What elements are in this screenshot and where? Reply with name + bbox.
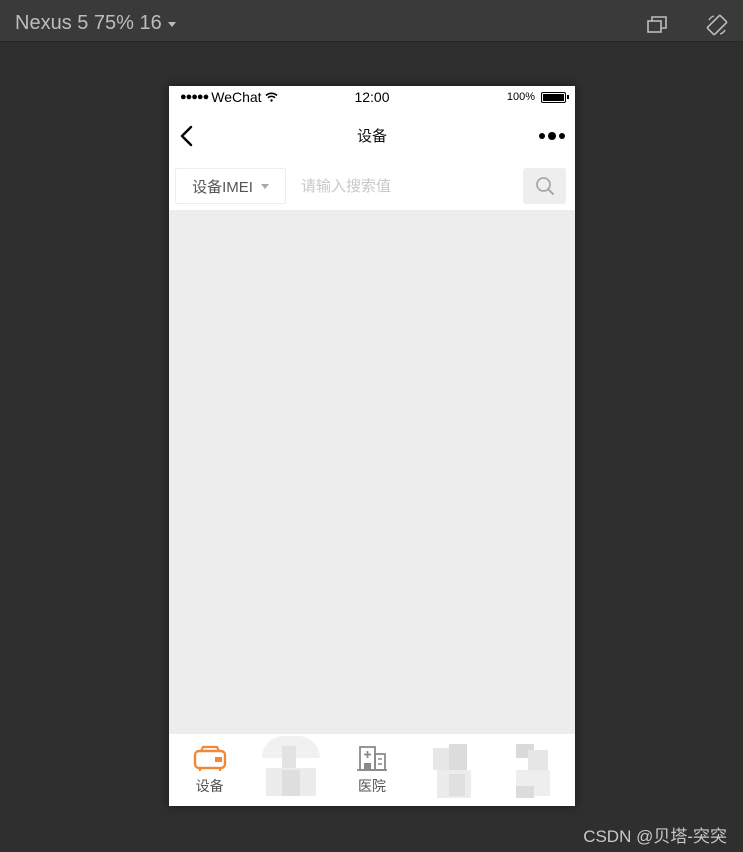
chevron-down-icon (167, 21, 176, 27)
hospital-icon (357, 746, 387, 771)
page-title: 设备 (356, 128, 387, 145)
window-icon[interactable] (646, 14, 668, 36)
more-options-icon[interactable] (539, 132, 565, 140)
search-field-value: 设备IMEI (192, 178, 253, 196)
obscured-icon (258, 736, 324, 798)
search-input[interactable] (295, 168, 521, 204)
tab-hospital[interactable]: 医院 (331, 734, 412, 806)
navigation-bar: 设备 (169, 108, 575, 160)
tab-label-hospital: 医院 (358, 778, 386, 794)
tab-obscured-4[interactable] (413, 734, 494, 806)
obscured-icon (512, 740, 556, 798)
search-bar: 设备IMEI (169, 160, 575, 210)
chevron-down-icon (260, 183, 269, 189)
battery-icon (541, 91, 569, 103)
device-selector[interactable]: Nexus 5 75% 16 (15, 12, 176, 34)
tab-label-device: 设备 (195, 778, 224, 794)
device-list-area (169, 210, 575, 734)
status-right: 100% (506, 91, 569, 103)
battery-percent: 100% (506, 91, 535, 103)
search-button[interactable] (523, 168, 566, 204)
phone-viewport: ●●●●● WeChat 12:00 100% 设备 设备IMEI 请输入搜索值… (169, 86, 575, 806)
tab-obscured-2[interactable] (250, 734, 331, 806)
tab-device[interactable]: 设备 (169, 734, 250, 806)
tab-obscured-5[interactable] (494, 734, 575, 806)
status-bar: ●●●●● WeChat 12:00 100% (169, 86, 575, 108)
watermark: CSDN @贝塔-突突 (583, 827, 727, 846)
rotate-icon[interactable] (706, 14, 728, 36)
device-icon (193, 745, 226, 771)
search-icon (535, 177, 554, 195)
bottom-tab-bar: 设备 医院 (169, 734, 575, 806)
search-field-selector[interactable]: 设备IMEI (175, 168, 286, 204)
obscured-icon (431, 740, 475, 798)
devtools-toolbar: Nexus 5 75% 16 (0, 0, 743, 42)
device-label: Nexus 5 75% 16 (15, 12, 162, 34)
